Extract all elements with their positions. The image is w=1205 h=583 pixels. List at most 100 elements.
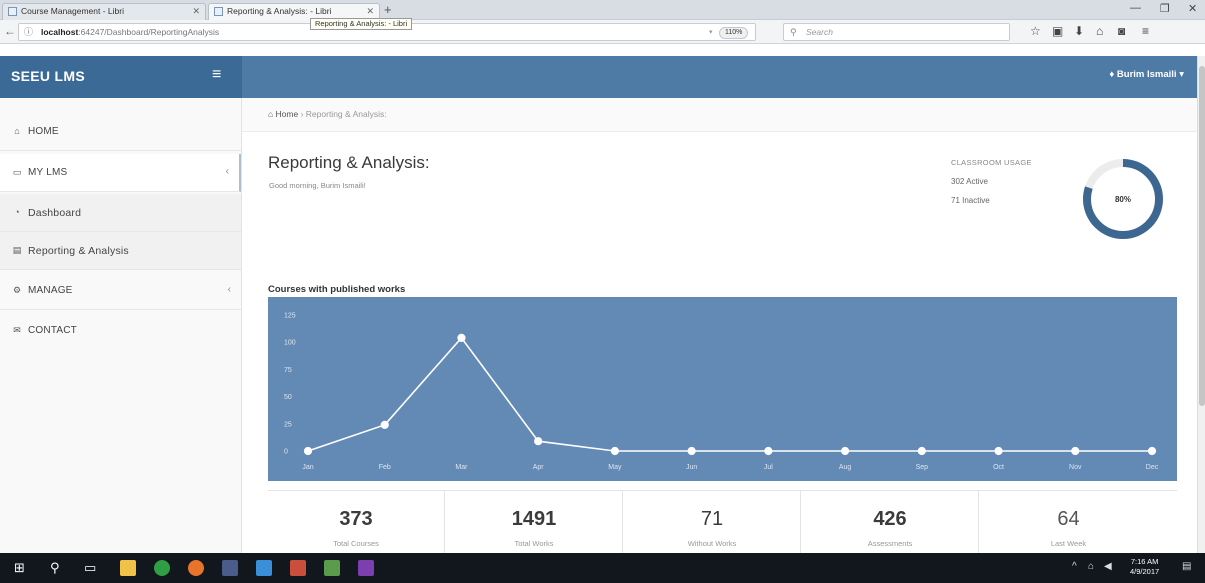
data-point [1147,446,1157,456]
home-icon: ⌂ [14,126,20,136]
stat-label: Last Week [1050,539,1087,548]
sidebar: ⌂ HOME ▭ MY LMS ‹ ◔ Dashboard ▤ Reportin… [0,98,242,553]
search-icon: ⚲ [790,27,797,37]
y-tick-label: 75 [284,367,292,374]
greeting-text: Good morning, Burim Ismaili! [269,181,366,190]
y-tick-label: 25 [284,421,292,428]
home-button-icon[interactable]: ⌂ [1096,24,1103,38]
stat-label: Total Courses [333,539,379,548]
cogs-icon: ⚙ [12,285,22,295]
sidebar-item-contact[interactable]: ✉ CONTACT [0,312,241,350]
tool-icon[interactable] [290,560,306,576]
close-tab-icon[interactable]: ✕ [192,4,200,19]
donut-percent-label: 80% [1115,195,1131,204]
inactive-count: 71 Inactive [951,196,990,205]
app-icon[interactable] [222,560,238,576]
data-point [840,446,850,456]
chevron-left-icon: ‹ [227,284,231,295]
tab-tooltip: Reporting & Analysis: - Libri [310,18,413,30]
stats-row: 373 Total Courses 1491 Total Works 71 Wi… [268,490,1177,554]
page-icon [8,7,17,16]
user-menu[interactable]: ♦ Burim Ismaili ▾ [1109,69,1184,80]
scrollbar-thumb[interactable] [1199,66,1205,406]
breadcrumb-home[interactable]: ⌂ Home [268,109,298,119]
menu-icon[interactable]: ≡ [1142,24,1149,38]
close-window-button[interactable]: ✕ [1188,2,1197,15]
visual-studio-icon[interactable] [358,560,374,576]
envelope-icon: ✉ [13,325,21,335]
sidebar-item-reporting[interactable]: ▤ Reporting & Analysis [0,232,241,270]
app-logo-text[interactable]: SEEU LMS [11,68,85,84]
top-navbar: ♦ Burim Ismaili ▾ [242,56,1197,98]
x-tick-label: Jan [302,464,313,471]
user-icon: ♦ [1109,69,1115,80]
minimize-button[interactable]: — [1130,2,1141,14]
stat-value: 64 [1057,508,1080,530]
clock-time: 7:16 AM [1130,557,1159,566]
system-clock[interactable]: 7:16 AM 4/9/2017 [1130,557,1159,577]
sidebar-item-my-lms[interactable]: ▭ MY LMS ‹ [0,154,241,192]
search-input[interactable]: ⚲ Search [783,23,1010,41]
sidebar-item-label: Reporting & Analysis [28,245,129,257]
sidebar-item-dashboard[interactable]: ◔ Dashboard [0,194,241,232]
stat-total-works: 1491 Total Works [446,491,623,554]
brand-bar: SEEU LMS ≡ [0,56,242,98]
sidebar-item-label: HOME [28,126,59,137]
chrome-icon[interactable] [154,560,170,576]
stat-last-week: 64 Last Week [980,491,1157,554]
dropdown-icon[interactable]: ▾ [709,25,713,40]
bookmark-star-icon[interactable]: ☆ [1030,24,1041,38]
page-title: Reporting & Analysis: [268,153,430,172]
data-point [687,446,696,456]
x-tick-label: Apr [533,464,545,471]
sidebar-item-manage[interactable]: ⚙ MANAGE ‹ [0,272,241,310]
file-explorer-icon[interactable] [120,560,136,576]
chart-app-icon[interactable] [324,560,340,576]
windows-start-icon[interactable]: ⊞ [14,559,25,577]
network-icon[interactable]: ⌂ [1088,561,1094,572]
x-tick-label: Oct [993,464,1004,471]
info-icon[interactable]: ⓘ [24,24,33,40]
chevron-left-icon: ‹ [225,166,229,177]
browser-tab-course-management[interactable]: Course Management - Libri ✕ [2,3,206,20]
app-icon-2[interactable] [256,560,272,576]
firefox-icon[interactable] [188,560,204,576]
notifications-icon[interactable]: ▤ [1182,561,1191,572]
tab-label: Reporting & Analysis: - Libri [227,6,332,16]
pocket-icon[interactable]: ◙ [1118,24,1125,38]
search-placeholder: Search [806,27,833,37]
breadcrumb-current: Reporting & Analysis: [305,109,387,119]
task-view-icon[interactable]: ▭ [84,559,96,577]
x-tick-label: Nov [1069,464,1082,471]
series-line [307,336,1152,452]
stat-value: 426 [873,508,907,530]
library-icon[interactable]: ▣ [1052,24,1063,38]
new-tab-button[interactable]: + [384,2,392,17]
data-point [764,446,773,456]
folder-icon: ▭ [12,167,22,177]
sidebar-toggle-icon[interactable]: ≡ [212,66,221,84]
breadcrumb: ⌂ Home › Reporting & Analysis: [268,109,387,119]
chevron-down-icon: ▾ [1179,69,1184,80]
windows-taskbar: ⊞ ⚲ ▭ ^ ⌂ ◀ 7:16 AM 4/9/2017 ▤ [0,553,1205,583]
back-icon[interactable]: ← [4,24,16,38]
sidebar-item-home[interactable]: ⌂ HOME [0,113,241,151]
page-icon [214,7,223,16]
x-tick-label: Mar [455,464,468,471]
stat-value: 1491 [511,508,557,530]
data-point [534,437,543,446]
zoom-level[interactable]: 110% [719,27,749,39]
close-tab-icon[interactable]: ✕ [366,4,374,19]
data-point [380,420,389,429]
data-point [994,446,1003,456]
classroom-usage-donut: 80% [1083,159,1163,239]
x-tick-label: Dec [1146,464,1159,471]
download-icon[interactable]: ⬇ [1074,24,1084,38]
page-scrollbar[interactable] [1197,56,1205,553]
search-icon[interactable]: ⚲ [50,559,60,577]
maximize-button[interactable]: ❐ [1160,2,1170,15]
clock-date: 4/9/2017 [1130,567,1160,576]
url-host: localhost [41,27,79,37]
tray-chevron-icon[interactable]: ^ [1072,561,1077,572]
volume-icon[interactable]: ◀ [1104,561,1112,572]
